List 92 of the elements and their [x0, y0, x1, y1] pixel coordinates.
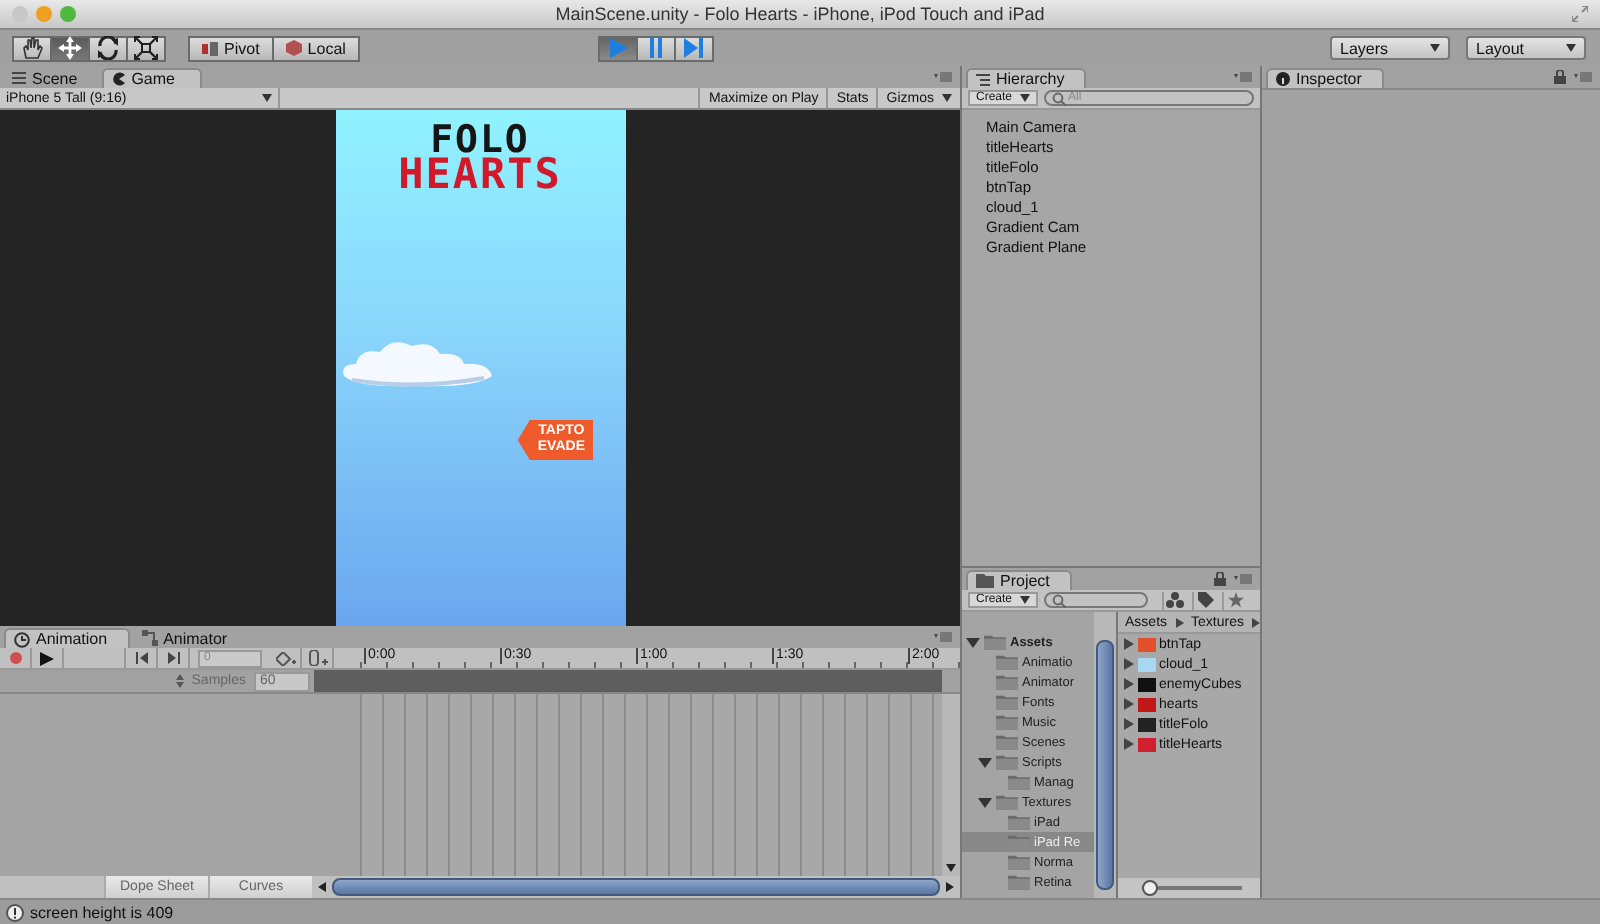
panel-menu-icon[interactable]	[1234, 72, 1252, 82]
panel-menu-icon[interactable]	[934, 72, 952, 82]
filter-type-button[interactable]	[1162, 591, 1187, 609]
add-keyframe-button[interactable]	[270, 648, 302, 668]
scroll-left-arrow-icon[interactable]	[318, 882, 326, 892]
game-title: FOLO	[430, 126, 530, 156]
rotate-icon	[96, 36, 120, 60]
list-icon	[12, 72, 26, 84]
step-icon	[683, 38, 704, 58]
caret-icon	[262, 94, 272, 102]
transform-tool-button[interactable]	[126, 35, 166, 61]
scrollbar-thumb[interactable]	[1095, 640, 1114, 890]
marker-plus-icon	[307, 650, 327, 666]
inspector-tab[interactable]: Inspector	[1266, 68, 1384, 88]
list-icon	[976, 73, 990, 85]
move-arrows-icon	[58, 36, 82, 60]
breadcrumb-arrow-icon	[1175, 617, 1184, 627]
folder-icon	[996, 712, 1018, 732]
scrollbar-thumb[interactable]	[332, 878, 940, 896]
panel-tab[interactable]: Animator	[133, 628, 248, 648]
play-icon	[607, 38, 628, 58]
caret-icon	[1430, 44, 1440, 52]
folder-icon	[996, 732, 1018, 752]
folder-icon	[1008, 852, 1030, 872]
search-field[interactable]	[1044, 592, 1149, 608]
scroll-down-arrow-icon[interactable]	[946, 864, 956, 872]
playback-button[interactable]	[597, 35, 638, 61]
window-title: MainScene.unity - Folo Hearts - iPhone, iPod Touch and iPad	[555, 4, 1045, 24]
folder-icon	[996, 792, 1018, 812]
pivot-button[interactable]: Pivot	[188, 35, 274, 61]
lock-icon[interactable]	[1554, 70, 1566, 84]
disclosure-triangle-icon[interactable]	[978, 795, 992, 809]
layers-dropdown[interactable]: Layers	[1330, 36, 1450, 60]
disclosure-triangle-icon[interactable]	[978, 755, 992, 769]
transform-tool-button[interactable]	[12, 35, 52, 61]
slider-thumb[interactable]	[1141, 880, 1158, 896]
local-button[interactable]: Local	[271, 35, 360, 61]
info-icon	[6, 903, 24, 921]
cube-icon	[285, 40, 302, 56]
scroll-right-arrow-icon[interactable]	[946, 882, 954, 892]
pivot-icon	[202, 41, 218, 55]
playback-button[interactable]	[635, 35, 676, 61]
game-title: HEARTS	[398, 156, 562, 192]
fullscreen-icon[interactable]	[1572, 6, 1588, 22]
filter-label-button[interactable]	[1192, 591, 1217, 609]
clock-icon	[14, 631, 30, 647]
lock-icon[interactable]	[1214, 572, 1226, 586]
playback-button[interactable]	[673, 35, 714, 61]
disclosure-triangle-icon[interactable]	[966, 635, 980, 649]
record-icon	[9, 652, 21, 664]
search-icon	[1052, 91, 1067, 105]
panel-menu-icon[interactable]	[1574, 72, 1592, 82]
folder-icon	[1008, 832, 1030, 852]
layout-dropdown[interactable]: Layout	[1466, 36, 1586, 60]
folder-icon	[984, 632, 1006, 652]
folder-icon	[996, 672, 1018, 692]
breadcrumb-arrow-icon	[1252, 617, 1260, 627]
status-message: screen height is 409	[30, 903, 174, 921]
pause-icon	[645, 38, 666, 58]
hierarchy-tab[interactable]: Hierarchy	[966, 68, 1087, 88]
panel-tab[interactable]: Animation	[4, 628, 130, 648]
info-icon	[1276, 72, 1290, 86]
next-key-icon	[167, 652, 179, 664]
caret-icon	[1020, 596, 1031, 604]
panel-menu-icon[interactable]	[1234, 574, 1252, 584]
caret-icon	[1020, 94, 1031, 102]
folder-icon	[996, 652, 1018, 672]
hand-icon	[20, 36, 44, 60]
sort-arrows-icon	[175, 674, 184, 688]
transform-tool-button[interactable]	[50, 35, 90, 61]
folder-icon	[996, 692, 1018, 712]
icon-size-slider[interactable]	[1141, 880, 1242, 896]
panel-tab[interactable]: Scene	[4, 68, 98, 88]
shapes-icon	[1166, 592, 1185, 608]
transform-tool-button[interactable]	[88, 35, 128, 61]
previous-key-icon	[135, 652, 147, 664]
favorites-button[interactable]	[1222, 591, 1247, 609]
folder-icon	[1008, 872, 1030, 892]
panel-menu-icon[interactable]	[934, 632, 952, 642]
diamond-plus-icon	[275, 651, 295, 665]
star-icon	[1227, 592, 1244, 608]
project-tab[interactable]: Project	[966, 570, 1072, 590]
folder-icon	[1008, 812, 1030, 832]
scale-icon	[134, 36, 158, 60]
pacman-icon	[111, 72, 126, 86]
nodes-icon	[141, 630, 158, 646]
folder-icon	[1008, 772, 1030, 792]
caret-icon	[942, 94, 952, 102]
panel-tab[interactable]: Game	[101, 68, 202, 88]
folder-icon	[996, 752, 1018, 772]
search-icon	[1052, 593, 1067, 607]
caret-icon	[1566, 44, 1576, 52]
